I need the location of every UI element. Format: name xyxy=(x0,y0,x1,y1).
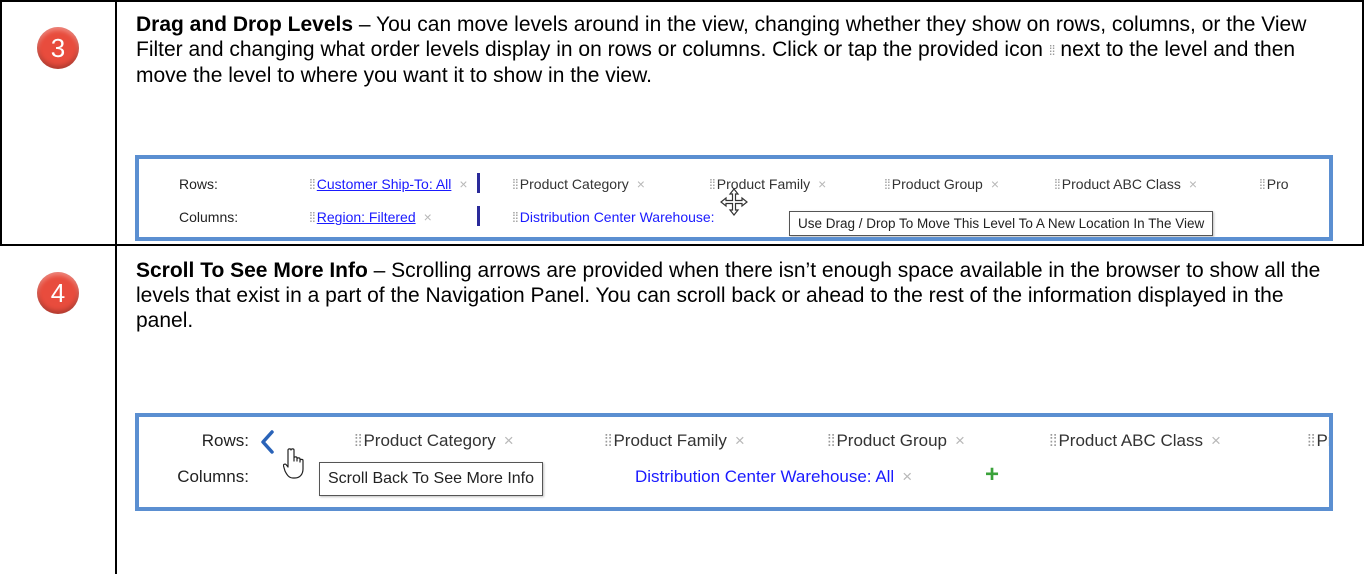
hand-pointer-cursor-icon xyxy=(283,448,304,479)
table-column-divider xyxy=(115,0,117,574)
level-chip-product-family[interactable]: ⁞⁞ Product Family × xyxy=(604,431,745,451)
table-border-top xyxy=(0,0,1364,2)
level-chip-truncated[interactable]: ⁞⁞ Pro xyxy=(1259,176,1289,192)
level-link[interactable]: Customer Ship-To: All xyxy=(317,176,452,192)
step-4-badge: 4 xyxy=(37,272,79,314)
remove-icon[interactable]: × xyxy=(637,176,645,192)
drag-handle-icon[interactable]: ⁞⁞ xyxy=(512,209,519,225)
row-column-separator xyxy=(477,173,480,193)
scroll-back-arrow-icon[interactable] xyxy=(257,429,277,455)
level-chip-product-group[interactable]: ⁞⁞ Product Group × xyxy=(827,431,965,451)
remove-icon[interactable]: × xyxy=(902,467,912,486)
level-chip-region[interactable]: ⁞⁞ Region: Filtered × xyxy=(309,209,432,225)
level-label: Pro xyxy=(1266,176,1289,192)
drag-handle-icon[interactable]: ⁞⁞ xyxy=(1054,176,1061,192)
remove-icon[interactable]: × xyxy=(818,176,826,192)
level-label: Product Category xyxy=(363,431,496,450)
level-chip-product-category[interactable]: ⁞⁞ Product Category × xyxy=(512,176,645,192)
columns-label: Columns: xyxy=(179,209,239,225)
level-chip-truncated[interactable]: ⁞⁞ Pr xyxy=(1307,431,1333,451)
remove-icon[interactable]: × xyxy=(991,176,999,192)
drag-handle-icon[interactable]: ⁞⁞ xyxy=(354,431,363,450)
step-3-badge: 3 xyxy=(37,27,79,69)
remove-icon[interactable]: × xyxy=(735,431,745,450)
level-chip-product-abc-class[interactable]: ⁞⁞ Product ABC Class × xyxy=(1049,431,1221,451)
step-4-description: Scroll To See More Info – Scrolling arro… xyxy=(136,258,1336,333)
column-separator xyxy=(477,206,480,226)
drag-handle-icon[interactable]: ⁞⁞ xyxy=(1307,431,1316,450)
level-chip-distribution-center[interactable]: Distribution Center Warehouse: All × xyxy=(635,467,912,487)
level-chip-product-abc-class[interactable]: ⁞⁞ Product ABC Class × xyxy=(1054,176,1197,192)
remove-icon[interactable]: × xyxy=(1211,431,1221,450)
columns-label: Columns: xyxy=(177,467,249,486)
drag-handle-icon[interactable]: ⁞⁞ xyxy=(1259,176,1266,192)
drag-handle-icon[interactable]: ⁞⁞ xyxy=(604,431,613,450)
level-chip-product-category[interactable]: ⁞⁞ Product Category × xyxy=(354,431,514,451)
level-label: Product Category xyxy=(519,176,629,192)
level-link[interactable]: Region: Filtered xyxy=(317,209,416,225)
level-label: Product Family xyxy=(613,431,727,450)
remove-icon[interactable]: × xyxy=(1189,176,1197,192)
step-3-title: Drag and Drop Levels xyxy=(136,13,354,36)
table-border-left xyxy=(0,0,2,245)
add-level-button[interactable]: + xyxy=(985,461,999,489)
drag-drop-tooltip: Use Drag / Drop To Move This Level To A … xyxy=(789,211,1214,236)
drag-handle-icon[interactable]: ⁞⁞ xyxy=(309,209,316,225)
level-label: Distribution Center Warehouse: All xyxy=(635,467,895,486)
drag-handle-icon[interactable]: ⁞⁞ xyxy=(827,431,836,450)
level-label: Product Group xyxy=(891,176,983,192)
remove-icon[interactable]: × xyxy=(504,431,514,450)
level-label: Product Group xyxy=(836,431,948,450)
drag-handle-icon[interactable]: ⁞⁞ xyxy=(884,176,891,192)
level-label: Product ABC Class xyxy=(1061,176,1181,192)
rows-label: Rows: xyxy=(179,176,218,192)
level-label: Product ABC Class xyxy=(1058,431,1204,450)
level-chip-product-group[interactable]: ⁞⁞ Product Group × xyxy=(884,176,999,192)
remove-icon[interactable]: × xyxy=(424,209,432,225)
step-4-navigation-panel: Rows: Columns: ⁞⁞ Product Category × ⁞⁞ Pro… xyxy=(135,413,1333,511)
drag-handle-icon[interactable]: ⁞⁞ xyxy=(309,176,316,192)
remove-icon[interactable]: × xyxy=(459,176,467,192)
step-4-title: Scroll To See More Info xyxy=(136,259,368,282)
rows-label: Rows: xyxy=(201,431,249,450)
drag-handle-icon[interactable]: ⁞⁞ xyxy=(709,176,716,192)
drag-handle-icon[interactable]: ⁞⁞ xyxy=(1049,431,1058,450)
step-3-navigation-panel: Rows: Columns: ⁞⁞ Customer Ship-To: All × … xyxy=(135,155,1333,241)
remove-icon[interactable]: × xyxy=(955,431,965,450)
scroll-back-tooltip: Scroll Back To See More Info xyxy=(319,462,544,496)
instruction-table: 3 Drag and Drop Levels – You can move le… xyxy=(0,0,1364,574)
level-label: Distribution Center Warehouse: xyxy=(519,209,715,225)
level-chip-customer-ship-to[interactable]: ⁞⁞ Customer Ship-To: All × xyxy=(309,176,468,192)
drag-handle-icon[interactable]: ⁞⁞ xyxy=(512,176,519,192)
level-label: Pr xyxy=(1316,431,1333,450)
step-3-description: Drag and Drop Levels – You can move leve… xyxy=(136,12,1336,88)
table-row-divider xyxy=(0,244,1364,246)
move-cursor-icon xyxy=(720,188,748,216)
level-chip-distribution-center[interactable]: ⁞⁞ Distribution Center Warehouse: xyxy=(512,209,715,225)
